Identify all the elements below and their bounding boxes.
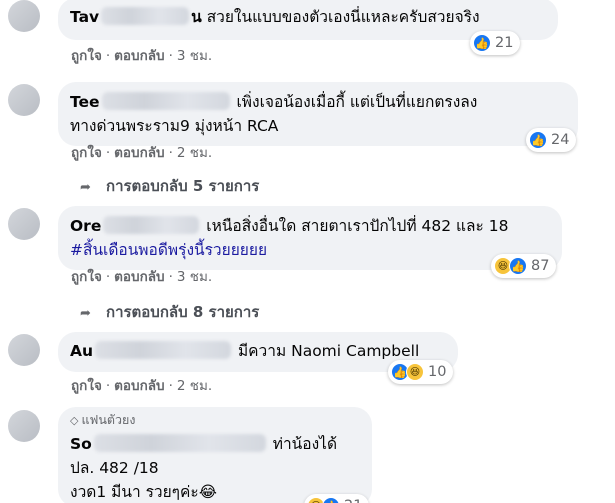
reply-button[interactable]: ตอบกลับ bbox=[114, 378, 164, 394]
commenter-name[interactable]: Ore bbox=[70, 217, 101, 235]
blurred-name bbox=[95, 341, 232, 359]
commenter-name[interactable]: Au bbox=[70, 342, 93, 360]
reaction-summary[interactable]: 😆 👍 21 bbox=[304, 494, 370, 503]
timestamp[interactable]: 3 ชม. bbox=[177, 269, 212, 285]
like-button[interactable]: ถูกใจ bbox=[71, 269, 102, 285]
timestamp[interactable]: 2 ชม. bbox=[177, 145, 212, 161]
reaction-summary[interactable]: 😆 👍 87 bbox=[491, 254, 557, 278]
avatar[interactable] bbox=[8, 208, 40, 240]
reply-button[interactable]: ตอบกลับ bbox=[114, 48, 164, 64]
commenter-name[interactable]: So bbox=[70, 435, 92, 453]
commenter-name-tail: น bbox=[191, 8, 202, 26]
hashtag-link[interactable]: #สิ้นเดือนพอดีพรุ่งนี้รวยยยยย bbox=[70, 241, 267, 259]
comment-actions: ถูกใจ · ตอบกลับ · 3 ชม. bbox=[71, 269, 213, 285]
reaction-count: 24 bbox=[551, 132, 570, 148]
view-replies-link[interactable]: ➦ การตอบกลับ 8 รายการ bbox=[80, 300, 259, 324]
reply-button[interactable]: ตอบกลับ bbox=[114, 269, 164, 285]
diamond-icon: ◇ bbox=[70, 414, 79, 427]
reaction-summary[interactable]: 👍 21 bbox=[470, 31, 521, 55]
like-button[interactable]: ถูกใจ bbox=[71, 145, 102, 161]
haha-reaction-icon: 😆 bbox=[406, 363, 424, 381]
reaction-count: 87 bbox=[531, 258, 550, 274]
comment-text-line1: เพิ่งเจอน้องเมื่อกี้ แต่เป็นที่แยกตรงลง bbox=[236, 93, 478, 111]
reaction-count: 21 bbox=[344, 498, 362, 503]
like-reaction-icon: 👍 bbox=[509, 257, 527, 275]
blurred-name bbox=[93, 434, 266, 452]
avatar[interactable] bbox=[8, 0, 40, 32]
like-reaction-icon: 👍 bbox=[473, 34, 491, 52]
comment-actions: ถูกใจ · ตอบกลับ · 2 ชม. bbox=[71, 378, 213, 394]
commenter-name[interactable]: Tee bbox=[70, 93, 100, 111]
comment-actions: ถูกใจ · ตอบกลับ · 2 ชม. bbox=[71, 145, 213, 161]
timestamp[interactable]: 2 ชม. bbox=[177, 378, 212, 394]
avatar[interactable] bbox=[8, 84, 40, 116]
reply-arrow-icon: ➦ bbox=[80, 180, 91, 195]
reply-arrow-icon: ➦ bbox=[80, 306, 91, 321]
view-replies-link[interactable]: ➦ การตอบกลับ 5 รายการ bbox=[80, 174, 259, 198]
avatar[interactable] bbox=[8, 410, 40, 442]
like-reaction-icon: 👍 bbox=[322, 497, 340, 503]
comment-actions: ถูกใจ · ตอบกลับ · 3 ชม. bbox=[71, 48, 213, 64]
like-reaction-icon: 👍 bbox=[529, 131, 547, 149]
blurred-name bbox=[101, 7, 190, 25]
blurred-name bbox=[103, 216, 200, 234]
like-button[interactable]: ถูกใจ bbox=[71, 378, 102, 394]
reaction-summary[interactable]: 👍 😆 10 bbox=[388, 360, 454, 384]
reaction-count: 21 bbox=[495, 35, 514, 51]
comment-bubble: Ore เหนือสิ่งอื่นใด สายตาเราปักไปที่ 482… bbox=[58, 206, 562, 270]
reply-button[interactable]: ตอบกลับ bbox=[114, 145, 164, 161]
comment-text-line1: ท่าน้องได้ bbox=[272, 435, 338, 453]
comment-text-line2: ปล. 482 /18 bbox=[70, 459, 159, 477]
like-button[interactable]: ถูกใจ bbox=[71, 48, 102, 64]
reaction-summary[interactable]: 👍 24 bbox=[526, 128, 577, 152]
avatar[interactable] bbox=[8, 334, 40, 366]
comment-text: มีความ Naomi Campbell bbox=[237, 342, 420, 360]
reaction-count: 10 bbox=[428, 364, 447, 380]
commenter-name[interactable]: Tav bbox=[70, 8, 99, 26]
comment-text-line2: ทางด่วนพระราม9 มุ่งหน้า RCA bbox=[70, 117, 279, 135]
comment-text-line1: เหนือสิ่งอื่นใด สายตาเราปักไปที่ 482 และ… bbox=[206, 217, 509, 235]
blurred-name bbox=[101, 92, 230, 110]
top-fan-badge: ◇ แฟนตัวยง bbox=[70, 412, 136, 427]
comment-bubble: ◇ แฟนตัวยง So ท่าน้องได้ ปล. 482 /18 งวด1… bbox=[58, 407, 372, 503]
comment-text: สวยในแบบของตัวเองนี่แหละครับสวยจริง bbox=[206, 8, 480, 26]
timestamp[interactable]: 3 ชม. bbox=[177, 48, 212, 64]
comment-bubble: Tee เพิ่งเจอน้องเมื่อกี้ แต่เป็นที่แยกตร… bbox=[58, 82, 578, 146]
